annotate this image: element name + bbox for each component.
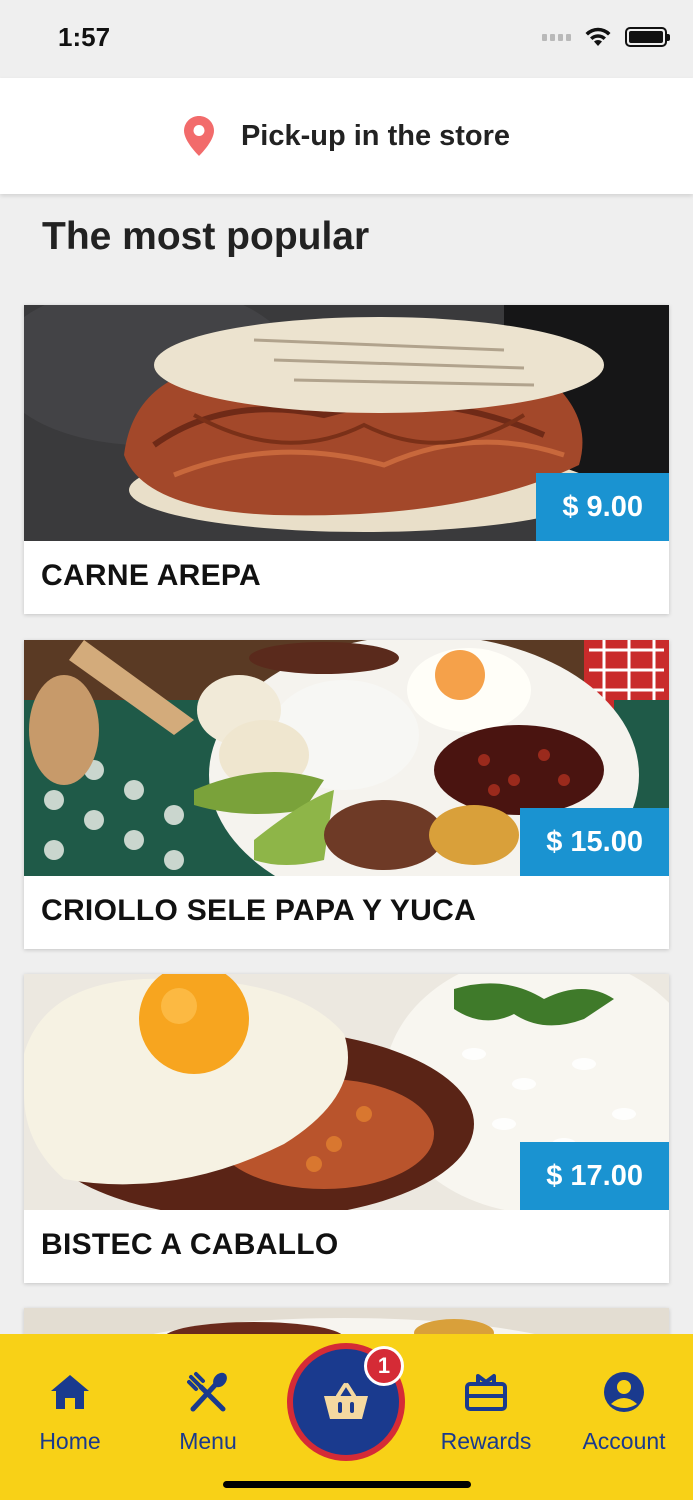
tab-home-label: Home — [39, 1428, 101, 1454]
product-card-carne-arepa[interactable]: $ 9.00 CARNE AREPA — [24, 305, 669, 614]
basket-count-badge: 1 — [364, 1346, 404, 1386]
tab-menu-label: Menu — [179, 1428, 237, 1454]
gift-card-icon — [465, 1374, 507, 1411]
product-name: CRIOLLO SELE PAPA Y YUCA — [41, 894, 477, 927]
product-image: $ 17.00 — [24, 974, 669, 1210]
product-image: $ 15.00 — [24, 640, 669, 876]
pickup-selector[interactable]: Pick-up in the store — [0, 78, 693, 194]
product-card-bistec-a-caballo[interactable]: $ 17.00 BISTEC A CABALLO — [24, 974, 669, 1283]
price-badge: $ 9.00 — [536, 473, 669, 541]
product-card-criollo[interactable]: $ 15.00 CRIOLLO SELE PAPA Y YUCA — [24, 640, 669, 949]
product-name: CARNE AREPA — [41, 559, 261, 592]
status-bar: 1:57 — [0, 0, 693, 78]
tab-home[interactable]: Home — [0, 1370, 140, 1455]
tab-rewards-label: Rewards — [440, 1428, 532, 1454]
cellular-signal-icon — [542, 33, 571, 41]
tab-account[interactable]: Account — [554, 1370, 693, 1455]
price-badge: $ 17.00 — [520, 1142, 669, 1210]
basket-icon — [324, 1383, 368, 1419]
status-icons — [542, 26, 670, 48]
tab-menu[interactable]: Menu — [138, 1370, 278, 1455]
product-name: BISTEC A CABALLO — [41, 1228, 339, 1261]
status-time: 1:57 — [58, 22, 111, 52]
price-badge: $ 15.00 — [520, 808, 669, 876]
battery-icon — [625, 27, 670, 47]
product-image: $ 9.00 — [24, 305, 669, 541]
section-title: The most popular — [42, 215, 370, 258]
pickup-label: Pick-up in the store — [240, 119, 511, 152]
account-icon — [604, 1372, 644, 1412]
home-icon — [51, 1375, 89, 1409]
tab-rewards[interactable]: Rewards — [416, 1370, 556, 1455]
wifi-icon — [585, 27, 611, 46]
tab-account-label: Account — [582, 1428, 666, 1454]
fork-spoon-icon — [187, 1372, 227, 1412]
home-indicator — [223, 1481, 471, 1488]
location-pin-icon — [183, 116, 214, 156]
